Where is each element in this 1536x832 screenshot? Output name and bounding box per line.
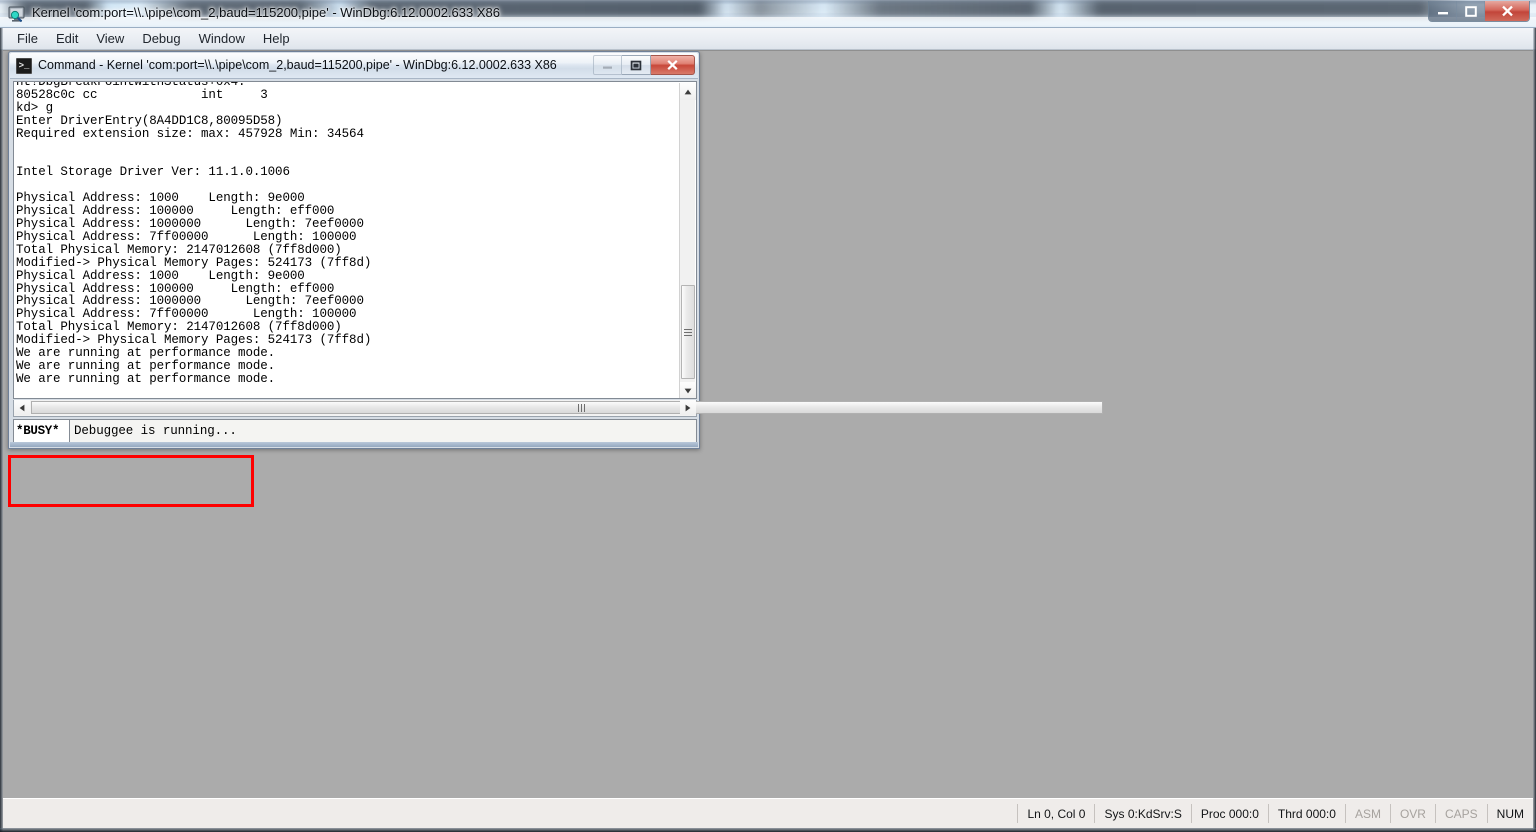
command-restore-button[interactable]: [622, 55, 651, 75]
window-controls: [1428, 1, 1530, 22]
command-window: >_ Command - Kernel 'com:port=\\.\pipe\c…: [8, 51, 1103, 449]
status-pane-thread: Thrd 000:0: [1267, 804, 1345, 823]
status-pane-system: Sys 0:KdSrv:S: [1094, 804, 1190, 823]
menu-item-debug[interactable]: Debug: [133, 29, 189, 48]
page-title: Kernel 'com:port=\\.\pipe\com_2,baud=115…: [32, 5, 500, 20]
menu-item-help[interactable]: Help: [254, 29, 299, 48]
windbg-monitor-magnifier-icon: [8, 6, 25, 23]
command-window-title: Command - Kernel 'com:port=\\.\pipe\com_…: [38, 58, 557, 72]
main-titlebar: Kernel 'com:port=\\.\pipe\com_2,baud=115…: [0, 0, 1536, 28]
command-window-footer: [10, 442, 698, 447]
scroll-up-arrow-icon[interactable]: [680, 83, 696, 100]
menu-item-view[interactable]: View: [87, 29, 133, 48]
debugger-output-pane[interactable]: nt!DbgBreakPointWithStatus+0x4: 80528c0c…: [13, 81, 697, 399]
menubar: File Edit View Debug Window Help: [0, 28, 1536, 50]
scroll-right-arrow-icon[interactable]: [680, 400, 696, 415]
maximize-button[interactable]: [1457, 1, 1485, 21]
command-window-titlebar[interactable]: >_ Command - Kernel 'com:port=\\.\pipe\c…: [10, 53, 698, 79]
horizontal-scrollbar-thumb[interactable]: [31, 401, 1103, 414]
menu-item-file[interactable]: File: [8, 29, 47, 48]
scrollbar-grip-icon: [684, 328, 692, 336]
window-border-left: [0, 28, 3, 832]
command-minimize-button[interactable]: [593, 55, 622, 75]
close-button[interactable]: [1485, 1, 1529, 21]
window-border-bottom: [0, 828, 1536, 832]
command-input-row: *BUSY* Debuggee is running...: [13, 419, 697, 443]
output-horizontal-scrollbar[interactable]: [13, 400, 1103, 417]
command-input[interactable]: Debuggee is running...: [69, 419, 697, 443]
mdi-client-area: >_ Command - Kernel 'com:port=\\.\pipe\c…: [3, 50, 1533, 798]
status-pane-ovr[interactable]: OVR: [1389, 804, 1435, 823]
status-badge: *BUSY*: [13, 419, 69, 443]
command-window-controls: [593, 55, 695, 75]
windbg-main-window: Kernel 'com:port=\\.\pipe\com_2,baud=115…: [0, 0, 1536, 832]
scroll-down-arrow-icon[interactable]: [680, 382, 696, 398]
command-close-button[interactable]: [651, 55, 695, 75]
output-vertical-scrollbar[interactable]: [679, 83, 696, 398]
console-prompt-icon: >_: [16, 58, 32, 74]
status-pane-caps[interactable]: CAPS: [1434, 804, 1487, 823]
menu-item-edit[interactable]: Edit: [47, 29, 87, 48]
scroll-left-arrow-icon[interactable]: [14, 400, 30, 415]
menu-item-window[interactable]: Window: [190, 29, 254, 48]
status-pane-process: Proc 000:0: [1190, 804, 1268, 823]
minimize-button[interactable]: [1429, 1, 1457, 21]
status-pane-asm[interactable]: ASM: [1344, 804, 1390, 823]
statusbar: Ln 0, Col 0 Sys 0:KdSrv:S Proc 000:0 Thr…: [3, 798, 1533, 828]
status-pane-line-col: Ln 0, Col 0: [1017, 804, 1094, 823]
debugger-output-text: nt!DbgBreakPointWithStatus+0x4: 80528c0c…: [16, 81, 372, 386]
status-pane-num[interactable]: NUM: [1486, 804, 1533, 823]
vertical-scrollbar-thumb[interactable]: [681, 285, 695, 379]
busy-status-highlight: [8, 455, 254, 507]
scrollbar-grip-icon: [577, 403, 585, 412]
